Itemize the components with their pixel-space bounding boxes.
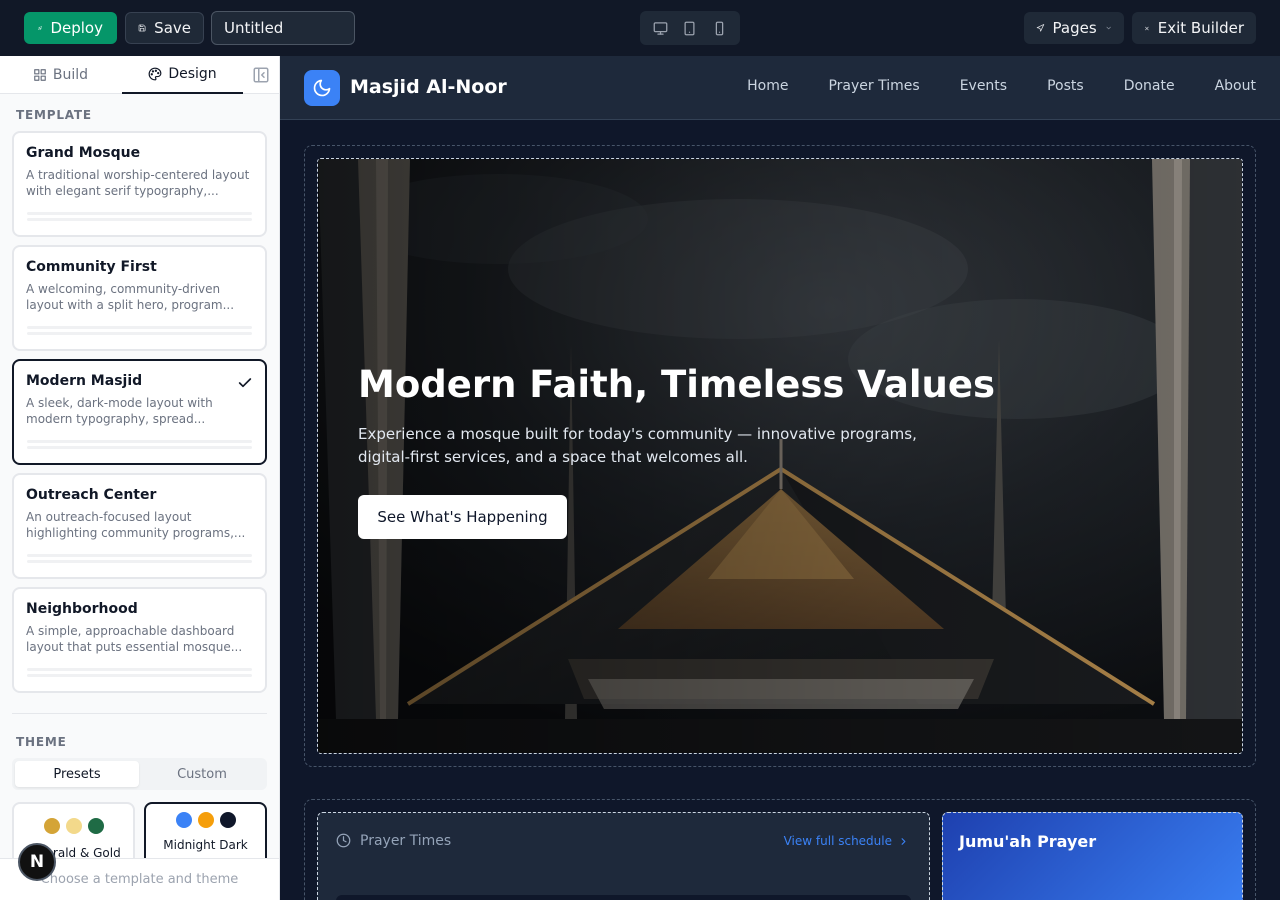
tab-build-label: Build <box>52 67 89 83</box>
template-description: A sleek, dark-mode layout with modern ty… <box>26 396 213 426</box>
template-preview-lines <box>27 209 252 221</box>
template-name: Modern Masjid <box>26 373 143 389</box>
nav-link-home[interactable]: Home <box>747 78 788 94</box>
template-name: Community First <box>26 259 157 275</box>
template-name: Neighborhood <box>26 601 138 617</box>
template-name: Outreach Center <box>26 487 157 503</box>
navigation-icon <box>1036 24 1045 32</box>
close-icon <box>1145 26 1149 30</box>
blocks-icon <box>34 69 46 81</box>
template-card-modern-masjid[interactable]: Modern Masjid A sleek, dark-mode layout … <box>12 359 267 465</box>
deploy-label: Deploy <box>50 19 103 37</box>
pages-dropdown-button[interactable]: Pages <box>1024 12 1124 44</box>
jumuah-prayer-card[interactable]: Jumu'ah Prayer <box>942 812 1243 900</box>
save-icon <box>138 24 146 32</box>
template-preview-lines <box>27 665 252 677</box>
template-description: An outreach-focused layout highlighting … <box>26 510 246 540</box>
tab-custom[interactable]: Custom <box>140 761 264 787</box>
mobile-view-button[interactable] <box>706 15 732 41</box>
view-schedule-link[interactable]: View full schedule <box>784 834 909 848</box>
template-preview-lines <box>27 323 252 335</box>
exit-builder-label: Exit Builder <box>1157 19 1244 37</box>
chevron-down-icon <box>1106 26 1111 30</box>
sidebar-tabs: Build Design <box>0 56 279 94</box>
template-section-heading: TEMPLATE <box>16 108 92 122</box>
template-card-neighborhood[interactable]: Neighborhood A simple, approachable dash… <box>12 587 267 693</box>
template-card-community-first[interactable]: Community First A welcoming, community-d… <box>12 245 267 351</box>
theme-section-heading: THEME <box>16 735 67 749</box>
nav-link-about[interactable]: About <box>1215 78 1256 94</box>
site-navbar: Masjid Al-Noor Home Prayer Times Events … <box>280 56 1280 120</box>
nav-link-prayer-times[interactable]: Prayer Times <box>828 78 919 94</box>
template-card-outreach-center[interactable]: Outreach Center An outreach-focused layo… <box>12 473 267 579</box>
template-preview-lines <box>27 551 252 563</box>
deploy-button[interactable]: Deploy <box>24 12 117 44</box>
desktop-icon <box>653 21 668 35</box>
builder-sidebar: Build Design TEMPLATE Grand Mosque A tra… <box>0 56 280 900</box>
hero-title: Modern Faith, Timeless Values <box>358 363 996 406</box>
template-card-grand-mosque[interactable]: Grand Mosque A traditional worship-cente… <box>12 131 267 237</box>
pages-label: Pages <box>1052 19 1097 37</box>
swatch-gold <box>43 818 60 834</box>
color-swatches <box>146 812 265 828</box>
template-description: A simple, approachable dashboard layout … <box>26 624 243 654</box>
tab-design-label: Design <box>168 66 217 82</box>
hero-cta-button[interactable]: See What's Happening <box>358 495 567 539</box>
swatch-light-gold <box>65 818 82 834</box>
section-divider <box>12 713 267 714</box>
preset-name: Midnight Dark <box>163 838 248 852</box>
device-switcher <box>640 11 740 45</box>
theme-mode-tabs: Presets Custom <box>12 758 267 790</box>
site-nav-links: Home Prayer Times Events Posts Donate Ab… <box>747 78 1256 94</box>
save-label: Save <box>154 19 191 37</box>
check-icon <box>238 378 252 388</box>
site-name: Masjid Al-Noor <box>350 76 507 98</box>
template-description: A welcoming, community-driven layout wit… <box>26 282 235 312</box>
moon-icon <box>313 79 331 97</box>
desktop-view-button[interactable] <box>648 15 674 41</box>
builder-toolbar: Deploy Save Pages Exit Builder <box>0 0 1280 56</box>
mobile-icon <box>715 21 724 35</box>
nav-link-events[interactable]: Events <box>960 78 1007 94</box>
jumuah-title: Jumu'ah Prayer <box>959 832 1097 851</box>
tab-design[interactable]: Design <box>122 56 243 94</box>
hero-subtitle: Experience a mosque built for today's co… <box>358 425 917 466</box>
save-button[interactable]: Save <box>125 12 204 44</box>
template-preview-lines <box>27 437 252 449</box>
tab-build[interactable]: Build <box>0 56 121 94</box>
swatch-blue <box>175 812 192 828</box>
template-name: Grand Mosque <box>26 145 141 161</box>
tab-presets[interactable]: Presets <box>15 761 139 787</box>
tablet-view-button[interactable] <box>677 15 703 41</box>
swatch-midnight <box>219 812 236 828</box>
swatch-amber <box>197 812 214 828</box>
rocket-icon <box>38 25 43 30</box>
template-description: A traditional worship-centered layout wi… <box>26 168 250 198</box>
nav-link-posts[interactable]: Posts <box>1047 78 1084 94</box>
prayer-times-list <box>336 895 911 900</box>
swatch-emerald <box>87 818 104 834</box>
site-preview-canvas: Masjid Al-Noor Home Prayer Times Events … <box>280 56 1280 900</box>
dev-tools-badge[interactable]: N <box>18 843 56 881</box>
exit-builder-button[interactable]: Exit Builder <box>1132 12 1256 44</box>
prayer-times-card[interactable]: Prayer Times View full schedule <box>317 812 930 900</box>
tablet-icon <box>684 21 695 35</box>
hero-section[interactable]: Modern Faith, Timeless Values Experience… <box>317 158 1243 754</box>
site-title-input[interactable] <box>211 11 355 45</box>
site-logo[interactable] <box>304 70 340 106</box>
panel-collapse-icon[interactable] <box>252 66 270 84</box>
color-swatches <box>14 818 133 834</box>
nav-link-donate[interactable]: Donate <box>1124 78 1175 94</box>
view-schedule-label: View full schedule <box>783 834 892 848</box>
chevron-right-icon <box>901 837 906 845</box>
prayer-times-title: Prayer Times <box>360 833 452 849</box>
clock-icon <box>336 833 351 848</box>
palette-icon <box>148 67 162 81</box>
